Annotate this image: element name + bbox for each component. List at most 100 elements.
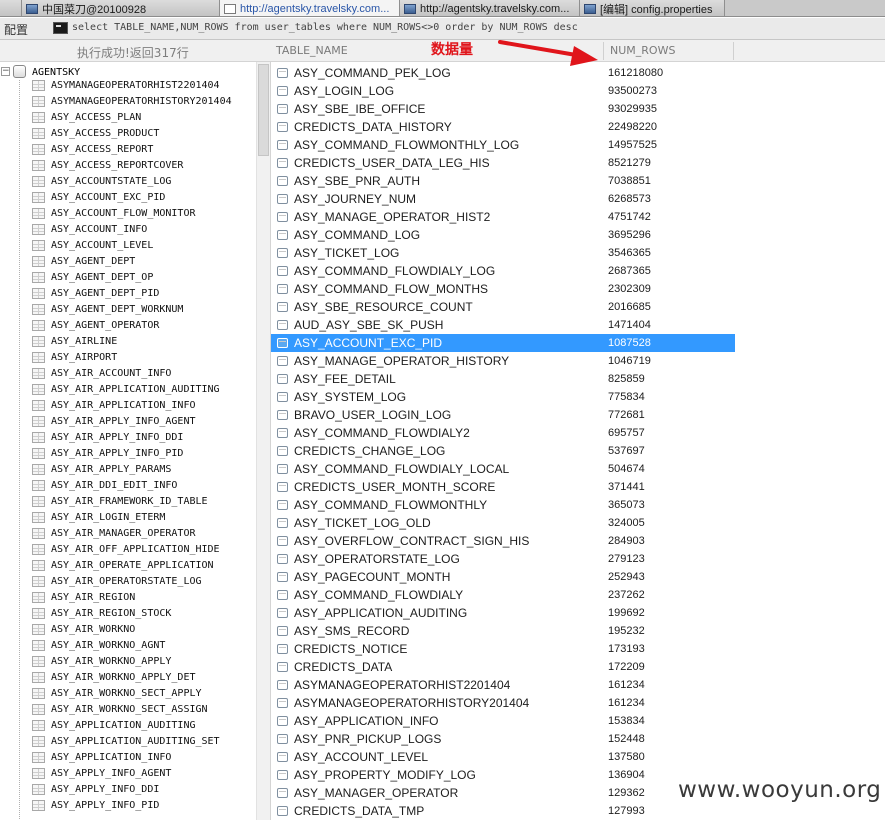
tree-item[interactable]: ASY_AGENT_DEPT_PID bbox=[0, 286, 262, 302]
tree-item[interactable]: ASY_AIR_MANAGER_OPERATOR bbox=[0, 526, 262, 542]
browser-tab[interactable]: http://agentsky.travelsky.com... bbox=[220, 0, 400, 16]
table-row[interactable]: ASY_PNR_PICKUP_LOGS 152448 bbox=[271, 730, 735, 748]
table-row[interactable]: ASY_LOGIN_LOG 93500273 bbox=[271, 82, 735, 100]
tree-item[interactable]: ASY_AIR_WORKNO_AGNT bbox=[0, 638, 262, 654]
table-row[interactable]: CREDICTS_USER_MONTH_SCORE 371441 bbox=[271, 478, 735, 496]
table-row[interactable]: ASY_MANAGER_OPERATOR 129362 bbox=[271, 784, 735, 802]
table-row[interactable]: CREDICTS_NOTICE 173193 bbox=[271, 640, 735, 658]
table-row[interactable]: ASY_FEE_DETAIL 825859 bbox=[271, 370, 735, 388]
tree-item[interactable]: ASY_APPLY_INFO_AGENT bbox=[0, 766, 262, 782]
config-button[interactable]: 配置 bbox=[4, 21, 28, 38]
tree-scrollbar-thumb[interactable] bbox=[258, 64, 269, 156]
tree-item[interactable]: ASY_ACCESS_PRODUCT bbox=[0, 126, 262, 142]
table-row[interactable]: BRAVO_USER_LOGIN_LOG 772681 bbox=[271, 406, 735, 424]
table-row[interactable]: ASY_COMMAND_FLOWMONTHLY_LOG 14957525 bbox=[271, 136, 735, 154]
table-row[interactable]: ASYMANAGEOPERATORHIST2201404 161234 bbox=[271, 676, 735, 694]
browser-tab[interactable]: [编辑] config.properties bbox=[580, 0, 725, 16]
table-row[interactable]: ASY_COMMAND_FLOWDIALY 237262 bbox=[271, 586, 735, 604]
column-divider[interactable] bbox=[733, 42, 734, 60]
tree-item[interactable]: ASY_AIR_DDI_EDIT_INFO bbox=[0, 478, 262, 494]
tree-item[interactable]: ASY_AIR_APPLY_PARAMS bbox=[0, 462, 262, 478]
tree-item[interactable]: ASY_AIR_FRAMEWORK_ID_TABLE bbox=[0, 494, 262, 510]
tree-item[interactable]: ASY_AGENT_DEPT_WORKNUM bbox=[0, 302, 262, 318]
table-row[interactable]: CREDICTS_CHANGE_LOG 537697 bbox=[271, 442, 735, 460]
tree-item[interactable]: ASY_ACCOUNT_LEVEL bbox=[0, 238, 262, 254]
tree-item[interactable]: ASY_APPLICATION_AUDITING_SET bbox=[0, 734, 262, 750]
tree-item[interactable]: ASY_AIR_APPLY_INFO_AGENT bbox=[0, 414, 262, 430]
tree-item[interactable]: ASY_AIRPORT bbox=[0, 350, 262, 366]
tree-item[interactable]: ASY_AGENT_OPERATOR bbox=[0, 318, 262, 334]
tree-scrollbar[interactable] bbox=[256, 62, 270, 820]
table-row[interactable]: ASY_APPLICATION_AUDITING 199692 bbox=[271, 604, 735, 622]
column-header-table-name[interactable]: TABLE_NAME bbox=[276, 44, 348, 57]
table-row[interactable]: ASY_PAGECOUNT_MONTH 252943 bbox=[271, 568, 735, 586]
tree-item[interactable]: ASY_AIR_WORKNO_SECT_ASSIGN bbox=[0, 702, 262, 718]
table-row[interactable]: ASY_MANAGE_OPERATOR_HISTORY 1046719 bbox=[271, 352, 735, 370]
table-row[interactable]: CREDICTS_DATA_HISTORY 22498220 bbox=[271, 118, 735, 136]
table-row[interactable]: ASY_COMMAND_LOG 3695296 bbox=[271, 226, 735, 244]
browser-tab[interactable]: 中国菜刀@20100928 bbox=[22, 0, 220, 16]
tree-item[interactable]: ASY_AIR_ACCOUNT_INFO bbox=[0, 366, 262, 382]
tree-item[interactable]: ASY_APPLY_INFO_DDI bbox=[0, 782, 262, 798]
table-row[interactable]: ASY_COMMAND_FLOWDIALY2 695757 bbox=[271, 424, 735, 442]
table-row[interactable]: ASY_OVERFLOW_CONTRACT_SIGN_HIS 284903 bbox=[271, 532, 735, 550]
tree-item[interactable]: ASY_AIR_APPLICATION_INFO bbox=[0, 398, 262, 414]
tree-item[interactable]: ASY_AGENT_DEPT bbox=[0, 254, 262, 270]
tree-item[interactable]: ASY_AIR_APPLY_INFO_DDI bbox=[0, 430, 262, 446]
table-row[interactable]: ASY_TICKET_LOG_OLD 324005 bbox=[271, 514, 735, 532]
table-row[interactable]: ASY_APPLICATION_INFO 153834 bbox=[271, 712, 735, 730]
tree-item[interactable]: ASY_ACCOUNTSTATE_LOG bbox=[0, 174, 262, 190]
table-row[interactable]: ASY_COMMAND_PEK_LOG 161218080 bbox=[271, 64, 735, 82]
tree-item[interactable]: ASY_AIR_OFF_APPLICATION_HIDE bbox=[0, 542, 262, 558]
tree-item[interactable]: ASY_AIR_REGION_STOCK bbox=[0, 606, 262, 622]
table-row[interactable]: ASYMANAGEOPERATORHISTORY201404 161234 bbox=[271, 694, 735, 712]
tree-item[interactable]: ASY_AIR_LOGIN_ETERM bbox=[0, 510, 262, 526]
table-row[interactable]: ASY_SMS_RECORD 195232 bbox=[271, 622, 735, 640]
table-row[interactable]: ASY_SBE_RESOURCE_COUNT 2016685 bbox=[271, 298, 735, 316]
table-row[interactable]: ASY_COMMAND_FLOWMONTHLY 365073 bbox=[271, 496, 735, 514]
tree-item[interactable]: ASY_ACCOUNT_EXC_PID bbox=[0, 190, 262, 206]
tree-item[interactable]: ASY_AIRLINE bbox=[0, 334, 262, 350]
table-row[interactable]: ASY_OPERATORSTATE_LOG 279123 bbox=[271, 550, 735, 568]
table-row[interactable]: ASY_ACCOUNT_EXC_PID 1087528 bbox=[271, 334, 735, 352]
tree-item[interactable]: ASY_AIR_OPERATE_APPLICATION bbox=[0, 558, 262, 574]
table-row[interactable]: ASY_COMMAND_FLOW_MONTHS 2302309 bbox=[271, 280, 735, 298]
table-row[interactable]: ASY_SBE_PNR_AUTH 7038851 bbox=[271, 172, 735, 190]
table-row[interactable]: ASY_SBE_IBE_OFFICE 93029935 bbox=[271, 100, 735, 118]
table-row[interactable]: CREDICTS_DATA 172209 bbox=[271, 658, 735, 676]
table-row[interactable]: ASY_MANAGE_OPERATOR_HIST2 4751742 bbox=[271, 208, 735, 226]
tree-item[interactable]: ASYMANAGEOPERATORHISTORY201404 bbox=[0, 94, 262, 110]
tree-item[interactable]: ASY_AIR_REGION bbox=[0, 590, 262, 606]
table-row[interactable]: ASY_COMMAND_FLOWDIALY_LOCAL 504674 bbox=[271, 460, 735, 478]
tree-item[interactable]: ASY_AIR_WORKNO_APPLY_DET bbox=[0, 670, 262, 686]
tree-item[interactable]: ASY_AIR_WORKNO_APPLY bbox=[0, 654, 262, 670]
tree-item[interactable]: ASY_ACCOUNT_FLOW_MONITOR bbox=[0, 206, 262, 222]
tree-item[interactable]: ASY_ACCESS_REPORTCOVER bbox=[0, 158, 262, 174]
table-row[interactable]: ASY_SYSTEM_LOG 775834 bbox=[271, 388, 735, 406]
tree-item[interactable]: ASYMANAGEOPERATORHIST2201404 bbox=[0, 78, 262, 94]
tree-item[interactable]: ASY_AIR_WORKNO_SECT_APPLY bbox=[0, 686, 262, 702]
tree-item[interactable]: ASY_APPLY_INFO_PID bbox=[0, 798, 262, 814]
table-row[interactable]: ASY_ACCOUNT_LEVEL 137580 bbox=[271, 748, 735, 766]
column-header-num-rows[interactable]: NUM_ROWS bbox=[610, 44, 675, 57]
browser-tab[interactable]: http://agentsky.travelsky.com... bbox=[400, 0, 580, 16]
tree-item[interactable]: ASY_ACCESS_PLAN bbox=[0, 110, 262, 126]
tree-item[interactable]: ASY_AIR_OPERATORSTATE_LOG bbox=[0, 574, 262, 590]
column-divider[interactable] bbox=[603, 42, 604, 60]
tree-item[interactable]: ASY_ACCOUNT_INFO bbox=[0, 222, 262, 238]
table-row[interactable]: ASY_COMMAND_FLOWDIALY_LOG 2687365 bbox=[271, 262, 735, 280]
tree-item[interactable]: ASY_AIR_APPLICATION_AUDITING bbox=[0, 382, 262, 398]
table-row[interactable]: ASY_TICKET_LOG 3546365 bbox=[271, 244, 735, 262]
table-row[interactable]: ASY_PROPERTY_MODIFY_LOG 136904 bbox=[271, 766, 735, 784]
tree-item[interactable]: ASY_AIR_APPLY_INFO_PID bbox=[0, 446, 262, 462]
collapse-toggle[interactable]: − bbox=[1, 67, 10, 76]
tree-root-label[interactable]: AGENTSKY bbox=[32, 67, 80, 78]
tree-item[interactable]: ASY_APPLICATION_AUDITING bbox=[0, 718, 262, 734]
sql-query-input[interactable]: select TABLE_NAME,NUM_ROWS from user_tab… bbox=[72, 22, 578, 33]
table-row[interactable]: CREDICTS_USER_DATA_LEG_HIS 8521279 bbox=[271, 154, 735, 172]
table-row[interactable]: AUD_ASY_SBE_SK_PUSH 1471404 bbox=[271, 316, 735, 334]
tree-item[interactable]: ASY_APPLICATION_INFO bbox=[0, 750, 262, 766]
table-row[interactable]: CREDICTS_DATA_TMP 127993 bbox=[271, 802, 735, 820]
table-row[interactable]: ASY_JOURNEY_NUM 6268573 bbox=[271, 190, 735, 208]
tree-item[interactable]: ASY_AGENT_DEPT_OP bbox=[0, 270, 262, 286]
